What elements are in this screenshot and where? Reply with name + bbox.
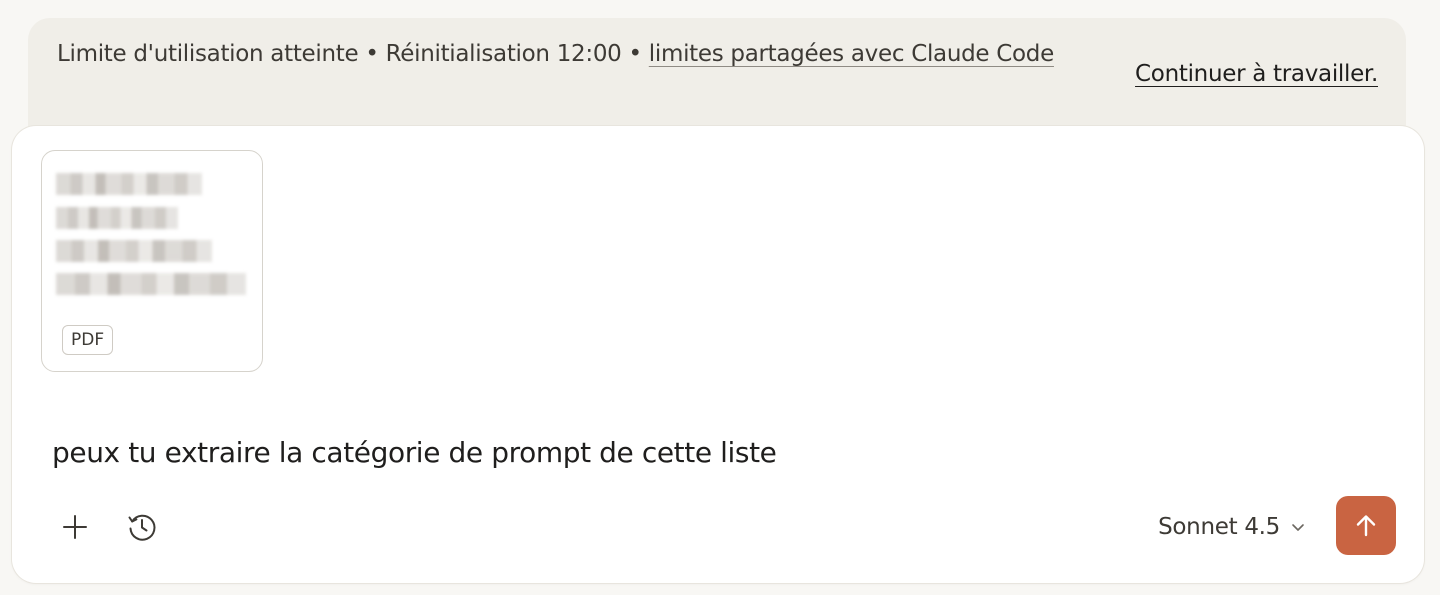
add-attachment-button[interactable] [53,505,97,549]
model-label: Sonnet 4.5 [1158,514,1280,540]
send-button[interactable] [1336,496,1396,555]
usage-limit-status: Limite d'utilisation atteinte • Réinitia… [57,41,649,67]
history-button[interactable] [120,505,164,549]
usage-limit-message: Limite d'utilisation atteinte • Réinitia… [57,36,1077,73]
clock-history-icon [128,514,156,541]
model-selector[interactable]: Sonnet 4.5 [1158,507,1306,547]
continue-working-link[interactable]: Continuer à travailler. [1135,56,1378,93]
arrow-up-icon [1356,514,1376,536]
message-composer: PDF peux tu extraire la catégorie de pro… [12,126,1424,583]
file-type-badge: PDF [62,325,114,355]
plus-icon [63,515,87,539]
message-input[interactable]: peux tu extraire la catégorie de prompt … [52,433,1392,473]
chevron-down-icon [1292,524,1304,531]
shared-limits-link[interactable]: limites partagées avec Claude Code [649,41,1054,67]
pdf-attachment-card[interactable]: PDF [41,150,263,372]
